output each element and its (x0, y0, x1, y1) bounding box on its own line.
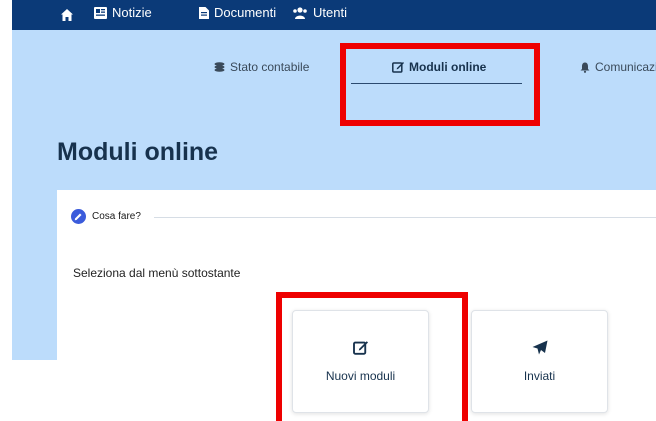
nav-item-notizie[interactable]: Notizie (94, 5, 152, 20)
file-icon (199, 6, 209, 19)
top-navigation-bar: Notizie Documenti Utenti (12, 0, 656, 30)
highlight-box-tab (340, 43, 540, 126)
page-title: Moduli online (57, 138, 219, 166)
newspaper-icon (94, 6, 107, 19)
tile-label: Inviati (523, 369, 556, 383)
home-icon[interactable] (60, 8, 74, 22)
bell-icon (580, 62, 590, 73)
users-icon (293, 6, 307, 19)
coins-icon (214, 61, 225, 72)
nav-item-label: Utenti (313, 5, 347, 20)
nav-item-label: Notizie (112, 5, 152, 20)
nav-item-label: Documenti (214, 5, 277, 20)
callout-divider (154, 217, 656, 218)
callout-title: Cosa fare? (92, 211, 141, 222)
send-icon (532, 340, 547, 355)
tab-stato-contabile[interactable]: Stato contabile (214, 60, 309, 74)
callout-header: Cosa fare? (71, 209, 141, 224)
pencil-icon (71, 209, 86, 224)
instructions-text: Seleziona dal menù sottostante (73, 266, 241, 280)
tab-label: Comunicazion (595, 60, 656, 74)
inviati-button[interactable]: Inviati (471, 310, 608, 413)
section-tabs: Stato contabile Moduli online Comunicazi… (12, 30, 656, 100)
highlight-box-tile (276, 292, 468, 421)
tab-label: Stato contabile (230, 60, 310, 74)
tab-comunicazioni[interactable]: Comunicazion (580, 60, 656, 74)
nav-item-utenti[interactable]: Utenti (292, 5, 347, 20)
nav-item-documenti[interactable]: Documenti (199, 5, 276, 20)
